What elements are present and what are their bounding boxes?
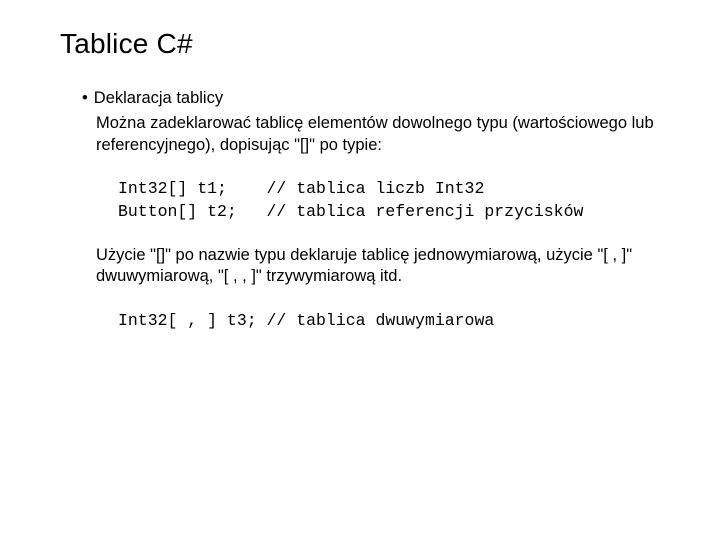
slide: Tablice C# • Deklaracja tablicy Można za… xyxy=(0,0,720,540)
para-declaration-heading: Deklaracja tablicy xyxy=(94,88,223,109)
slide-title: Tablice C# xyxy=(60,28,660,60)
code-block-1: Int32[] t1; // tablica liczb Int32 Butto… xyxy=(118,178,660,223)
para-declaration-desc: Można zadeklarować tablicę elementów dow… xyxy=(96,113,660,156)
bullet-item: • Deklaracja tablicy xyxy=(82,88,660,113)
bullet-body: Deklaracja tablicy xyxy=(94,88,223,113)
bullet-icon: • xyxy=(82,88,88,109)
slide-content: • Deklaracja tablicy Można zadeklarować … xyxy=(60,88,660,332)
para-dimensions: Użycie "[]" po nazwie typu deklaruje tab… xyxy=(96,245,660,288)
code-block-2: Int32[ , ] t3; // tablica dwuwymiarowa xyxy=(118,310,660,332)
